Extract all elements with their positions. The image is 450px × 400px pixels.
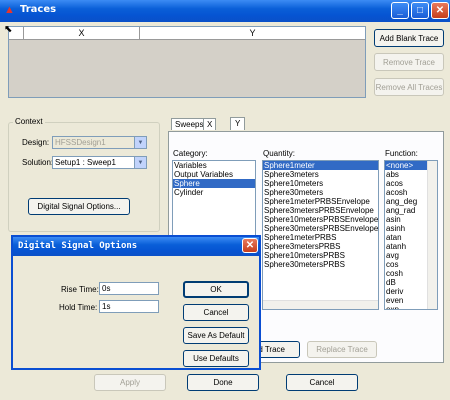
solution-label: Solution: bbox=[22, 158, 54, 167]
quantity-list[interactable]: Sphere1meter Sphere3meters Sphere10meters S… bbox=[262, 160, 379, 310]
title-bar: ▲ Traces _ □ ✕ bbox=[0, 0, 450, 22]
maximize-button[interactable]: □ bbox=[411, 2, 429, 19]
rise-time-input[interactable]: 0s bbox=[99, 282, 159, 295]
grid-column-x[interactable]: X bbox=[24, 27, 139, 40]
hold-time-input[interactable]: 1s bbox=[99, 300, 159, 313]
tab-x[interactable]: X bbox=[203, 118, 217, 130]
quantity-item[interactable]: Sphere30metersPRBS bbox=[263, 260, 378, 269]
tab-y[interactable]: Y bbox=[230, 117, 246, 130]
remove-trace-button[interactable]: Remove Trace bbox=[374, 53, 444, 71]
function-item[interactable]: dB bbox=[385, 278, 428, 287]
dialog-cancel-button[interactable]: Cancel bbox=[183, 304, 249, 321]
cancel-button[interactable]: Cancel bbox=[286, 374, 358, 391]
function-item[interactable]: avg bbox=[385, 251, 428, 260]
function-item[interactable]: acos bbox=[385, 179, 428, 188]
apply-button[interactable]: Apply bbox=[94, 374, 166, 391]
quantity-item[interactable]: Sphere3metersPRBS bbox=[263, 242, 378, 251]
function-item[interactable]: deriv bbox=[385, 287, 428, 296]
function-label: Function: bbox=[385, 149, 418, 158]
function-item[interactable]: asinh bbox=[385, 224, 428, 233]
dialog-title: Digital Signal Options bbox=[18, 241, 138, 251]
add-blank-trace-button[interactable]: Add Blank Trace bbox=[374, 29, 444, 47]
quantity-item[interactable]: Sphere1meterPRBSEnvelope bbox=[263, 197, 378, 206]
function-item[interactable]: atanh bbox=[385, 242, 428, 251]
remove-all-traces-button[interactable]: Remove All Traces bbox=[374, 78, 444, 96]
function-item[interactable]: ang_rad bbox=[385, 206, 428, 215]
function-item[interactable]: <none> bbox=[385, 161, 428, 170]
quantity-item[interactable]: Sphere3meters bbox=[263, 170, 378, 179]
digital-signal-options-dialog: Digital Signal Options ✕ Rise Time: 0s H… bbox=[11, 235, 261, 370]
quantity-item[interactable]: Sphere1meterPRBS bbox=[263, 233, 378, 242]
quantity-item[interactable]: Sphere30meters bbox=[263, 188, 378, 197]
tab-sweeps[interactable]: Sweeps bbox=[171, 118, 208, 130]
function-item[interactable]: atan bbox=[385, 233, 428, 242]
category-label: Category: bbox=[173, 149, 208, 158]
function-item[interactable]: cos bbox=[385, 260, 428, 269]
function-item[interactable]: cosh bbox=[385, 269, 428, 278]
digital-signal-options-button[interactable]: Digital Signal Options... bbox=[28, 198, 130, 215]
quantity-horizontal-scrollbar[interactable] bbox=[263, 300, 378, 309]
function-item[interactable]: abs bbox=[385, 170, 428, 179]
quantity-item[interactable]: Sphere10metersPRBS bbox=[263, 251, 378, 260]
dialog-close-button[interactable]: ✕ bbox=[242, 238, 258, 253]
ok-button[interactable]: OK bbox=[183, 281, 249, 298]
quantity-item[interactable]: Sphere10meters bbox=[263, 179, 378, 188]
quantity-item[interactable]: Sphere3metersPRBSEnvelope bbox=[263, 206, 378, 215]
quantity-item[interactable]: Sphere1meter bbox=[263, 161, 378, 170]
cursor-icon: ⬉ bbox=[4, 24, 13, 35]
category-item[interactable]: Variables bbox=[173, 161, 255, 170]
rise-time-label: Rise Time: bbox=[61, 285, 99, 294]
quantity-item[interactable]: Sphere10metersPRBSEnvelope bbox=[263, 215, 378, 224]
chevron-down-icon: ▼ bbox=[134, 137, 146, 148]
solution-select[interactable]: Setup1 : Sweep1 ▼ bbox=[52, 156, 147, 169]
function-item[interactable]: asin bbox=[385, 215, 428, 224]
context-legend: Context bbox=[13, 117, 45, 126]
function-item[interactable]: ang_deg bbox=[385, 197, 428, 206]
use-defaults-button[interactable]: Use Defaults bbox=[183, 350, 249, 367]
category-list[interactable]: Variables Output Variables Sphere Cylinder bbox=[172, 160, 256, 240]
window-title: Traces bbox=[20, 4, 57, 15]
function-vertical-scrollbar[interactable] bbox=[427, 161, 437, 309]
function-list[interactable]: <none> abs acos acosh ang_deg ang_rad asin asin… bbox=[384, 160, 438, 310]
grid-column-y[interactable]: Y bbox=[140, 27, 365, 40]
design-label: Design: bbox=[22, 138, 50, 147]
minimize-button[interactable]: _ bbox=[391, 2, 409, 19]
design-select[interactable]: HFSSDesign1 ▼ bbox=[52, 136, 147, 149]
category-item[interactable]: Cylinder bbox=[173, 188, 255, 197]
function-item[interactable]: exp bbox=[385, 305, 428, 309]
quantity-label: Quantity: bbox=[263, 149, 296, 158]
function-item[interactable]: even bbox=[385, 296, 428, 305]
done-button[interactable]: Done bbox=[187, 374, 259, 391]
category-item[interactable]: Sphere bbox=[173, 179, 255, 188]
function-item[interactable]: acosh bbox=[385, 188, 428, 197]
dialog-title-bar: Digital Signal Options ✕ bbox=[13, 237, 259, 256]
category-item[interactable]: Output Variables bbox=[173, 170, 255, 179]
close-button[interactable]: ✕ bbox=[431, 2, 449, 19]
save-as-default-button[interactable]: Save As Default bbox=[183, 327, 249, 344]
chevron-down-icon: ▼ bbox=[134, 157, 146, 168]
app-icon: ▲ bbox=[4, 4, 15, 16]
replace-trace-button[interactable]: Replace Trace bbox=[307, 341, 377, 358]
traces-grid[interactable]: X Y bbox=[8, 26, 366, 98]
hold-time-label: Hold Time: bbox=[59, 303, 98, 312]
quantity-item[interactable]: Sphere30metersPRBSEnvelope bbox=[263, 224, 378, 233]
